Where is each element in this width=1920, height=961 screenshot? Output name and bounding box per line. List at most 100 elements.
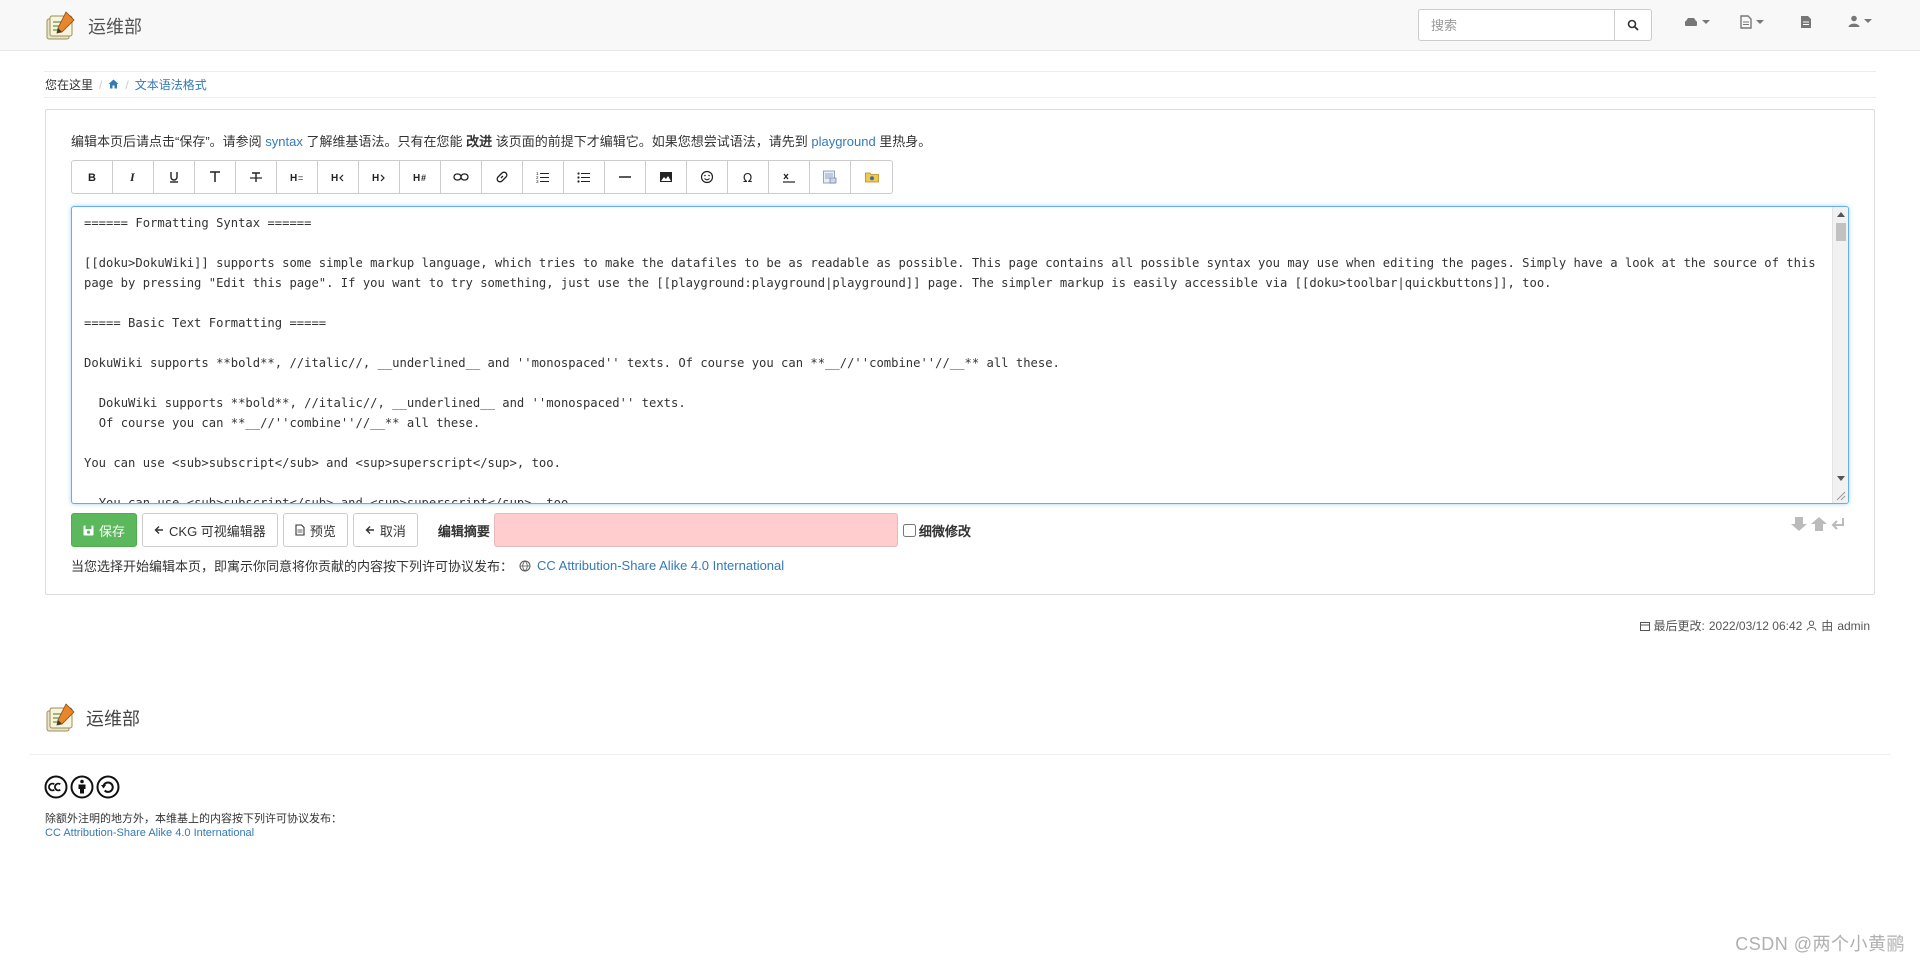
- scroll-thumb[interactable]: [1836, 223, 1846, 241]
- media-manager-button[interactable]: [810, 161, 851, 193]
- minor-edit-toggle[interactable]: 细微修改: [902, 521, 971, 540]
- wrap-toggle-icon[interactable]: [1830, 516, 1846, 532]
- svg-text:H: H: [290, 173, 297, 184]
- watermark: CSDN @两个小黄鹂: [1735, 934, 1905, 954]
- arrow-left-icon: [365, 526, 374, 534]
- heading-select-button[interactable]: H #: [400, 161, 441, 193]
- horizontal-rule-button[interactable]: [605, 161, 646, 193]
- search-form: [1418, 9, 1652, 41]
- unordered-list-button[interactable]: [564, 161, 605, 193]
- save-label: 保存: [99, 523, 126, 539]
- ckg-editor-button[interactable]: CKG 可视编辑器: [142, 513, 278, 547]
- summary-input[interactable]: [493, 513, 898, 547]
- user-icon: [1806, 620, 1817, 631]
- smiley-button[interactable]: [687, 161, 728, 193]
- scroll-down-arrow-icon[interactable]: [1837, 476, 1845, 481]
- arrow-up-icon[interactable]: [1810, 516, 1828, 532]
- save-icon: [83, 525, 94, 535]
- license-link[interactable]: CC Attribution-Share Alike 4.0 Internati…: [537, 558, 784, 573]
- monospace-button[interactable]: [195, 161, 236, 193]
- svg-text:I: I: [129, 170, 136, 184]
- document-icon: [295, 524, 305, 536]
- strikethrough-button[interactable]: [236, 161, 277, 193]
- editor-scrollbar[interactable]: [1832, 207, 1848, 503]
- globe-icon: [519, 560, 531, 572]
- site-tools-button[interactable]: [1800, 15, 1812, 29]
- italic-button[interactable]: I: [113, 161, 154, 193]
- arrow-down-icon[interactable]: [1790, 516, 1808, 532]
- bold-button[interactable]: B: [72, 161, 113, 193]
- admin-tools-icon: [1685, 18, 1697, 26]
- ordered-list-button[interactable]: 123: [523, 161, 564, 193]
- internal-link-icon: [453, 173, 469, 181]
- home-link[interactable]: [108, 78, 119, 92]
- special-chars-button[interactable]: Ω: [728, 161, 769, 193]
- plugin-button[interactable]: [851, 161, 892, 193]
- plugin-icon: [864, 172, 879, 183]
- svg-text:#: #: [421, 173, 426, 183]
- cc-license-badge[interactable]: [44, 775, 120, 799]
- footer-license-link[interactable]: CC Attribution-Share Alike 4.0 Internati…: [45, 827, 254, 839]
- search-button[interactable]: [1614, 9, 1652, 41]
- intro-text: 里热身。: [875, 134, 932, 149]
- license-text: 当您选择开始编辑本页，即寓示你同意将你贡献的内容按下列许可协议发布：: [71, 559, 514, 574]
- svg-text:H: H: [413, 173, 420, 184]
- preview-button[interactable]: 预览: [282, 513, 348, 547]
- minor-edit-checkbox[interactable]: [902, 523, 916, 537]
- save-button[interactable]: 保存: [71, 513, 138, 547]
- search-icon: [1627, 19, 1639, 31]
- ckg-editor-label: CKG 可视编辑器: [169, 523, 266, 539]
- underline-button[interactable]: [154, 161, 195, 193]
- dokuwiki-logo-icon: [46, 703, 75, 732]
- svg-text:H: H: [372, 173, 379, 184]
- cancel-button[interactable]: 取消: [352, 513, 418, 547]
- divider: [30, 754, 1890, 755]
- intro-text: 了解维基语法。只有在您能: [302, 134, 467, 149]
- intro-text: 该页面的前提下才编辑它。如果您想尝试语法，请先到: [492, 134, 812, 149]
- summary-label: 编辑摘要: [437, 523, 490, 539]
- page-tools-menu[interactable]: [1740, 15, 1764, 29]
- svg-text:=: =: [298, 173, 303, 183]
- divider: [44, 71, 1876, 72]
- minor-edit-label: 细微修改: [918, 523, 971, 539]
- italic-icon: I: [129, 170, 136, 184]
- heading-lower-button[interactable]: H: [359, 161, 400, 193]
- search-input[interactable]: [1418, 9, 1614, 41]
- last-modified-date: 2022/03/12 06:42: [1708, 618, 1803, 633]
- user-menu[interactable]: [1848, 15, 1872, 27]
- svg-text:B: B: [88, 172, 96, 184]
- page-tools-icon: [1740, 15, 1752, 29]
- image-button[interactable]: [646, 161, 687, 193]
- edit-panel: 编辑本页后请点击“保存”。请参阅 syntax 了解维基语法。只有在您能 改进 …: [45, 109, 1875, 595]
- internal-link-button[interactable]: [441, 161, 482, 193]
- calendar-icon: [1639, 621, 1650, 631]
- breadcrumb-separator: /: [125, 77, 129, 92]
- syntax-link[interactable]: syntax: [265, 134, 303, 149]
- editor-content[interactable]: ====== Formatting Syntax ====== [[doku>D…: [84, 213, 1824, 503]
- edit-intro: 编辑本页后请点击“保存”。请参阅 syntax 了解维基语法。只有在您能 改进 …: [71, 131, 931, 150]
- divider: [44, 97, 1876, 98]
- footer-license-note: 除额外注明的地方外，本维基上的内容按下列许可协议发布：: [45, 813, 342, 825]
- home-icon: [108, 79, 119, 88]
- footer-brand[interactable]: 运维部: [44, 702, 140, 734]
- external-link-button[interactable]: [482, 161, 523, 193]
- admin-tools-menu[interactable]: [1684, 15, 1710, 28]
- chevron-down-icon: [1864, 19, 1872, 23]
- wiki-text-editor[interactable]: ====== Formatting Syntax ====== [[doku>D…: [71, 206, 1849, 504]
- breadcrumb-prefix: 您在这里: [45, 78, 94, 92]
- heading-same-button[interactable]: H =: [277, 161, 318, 193]
- playground-link[interactable]: playground: [811, 134, 875, 149]
- scroll-up-arrow-icon[interactable]: [1837, 212, 1845, 217]
- heading-higher-icon: H: [331, 173, 344, 184]
- svg-text:Ω: Ω: [743, 171, 752, 184]
- textarea-size-controls: [1790, 516, 1846, 532]
- site-brand[interactable]: 运维部: [44, 10, 142, 42]
- underline-icon: [170, 172, 178, 183]
- breadcrumb-current-link[interactable]: 文本语法格式: [135, 76, 207, 93]
- signature-button[interactable]: [769, 161, 810, 193]
- resize-grip-icon[interactable]: [1834, 489, 1846, 501]
- arrow-left-icon: [154, 526, 164, 534]
- last-modified-by: 由: [1821, 619, 1834, 633]
- svg-text:3: 3: [536, 179, 539, 184]
- heading-higher-button[interactable]: H: [318, 161, 359, 193]
